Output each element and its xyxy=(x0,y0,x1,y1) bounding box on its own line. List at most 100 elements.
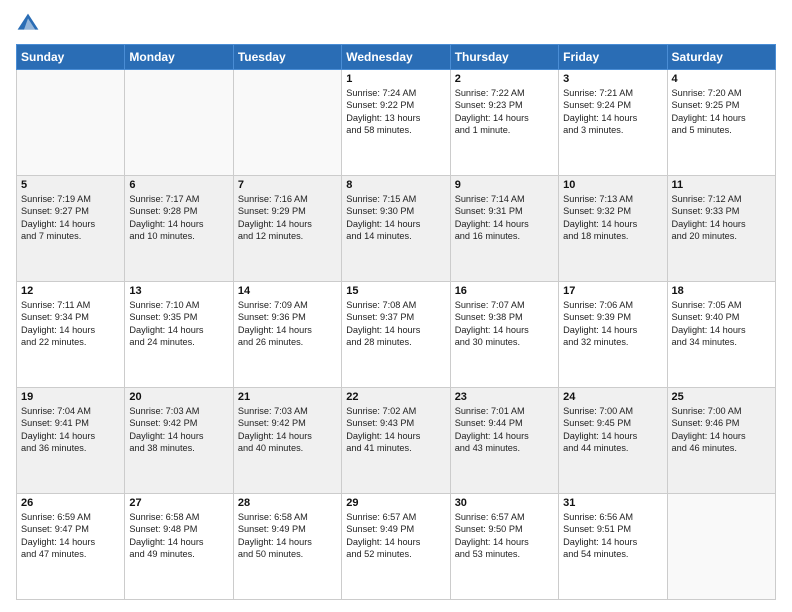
day-number: 17 xyxy=(563,285,662,297)
cell-content: Sunrise: 7:16 AMSunset: 9:29 PMDaylight:… xyxy=(238,193,337,243)
cell-content: Sunrise: 7:02 AMSunset: 9:43 PMDaylight:… xyxy=(346,405,445,455)
calendar-cell: 26Sunrise: 6:59 AMSunset: 9:47 PMDayligh… xyxy=(17,494,125,600)
calendar-cell: 9 Sunrise: 7:14 AMSunset: 9:31 PMDaylight… xyxy=(450,176,558,282)
calendar-table: SundayMondayTuesdayWednesdayThursdayFrid… xyxy=(16,44,776,600)
day-number: 4 xyxy=(672,73,771,85)
cell-content: Sunrise: 7:15 AMSunset: 9:30 PMDaylight:… xyxy=(346,193,445,243)
weekday-header: Monday xyxy=(125,45,233,70)
calendar-cell: 14 Sunrise: 7:09 AMSunset: 9:36 PMDayligh… xyxy=(233,282,341,388)
calendar-cell xyxy=(125,70,233,176)
cell-content: Sunrise: 6:57 AMSunset: 9:50 PMDaylight:… xyxy=(455,511,554,561)
cell-content: Sunrise: 7:00 AMSunset: 9:46 PMDaylight:… xyxy=(672,405,771,455)
calendar-week-row: 1 Sunrise: 7:24 AMSunset: 9:22 PMDaylight… xyxy=(17,70,776,176)
calendar-cell: 29Sunrise: 6:57 AMSunset: 9:49 PMDayligh… xyxy=(342,494,450,600)
calendar-cell: 20 Sunrise: 7:03 AMSunset: 9:42 PMDayligh… xyxy=(125,388,233,494)
day-number: 7 xyxy=(238,179,337,191)
day-number: 24 xyxy=(563,391,662,403)
calendar-cell: 24 Sunrise: 7:00 AMSunset: 9:45 PMDayligh… xyxy=(559,388,667,494)
day-number: 22 xyxy=(346,391,445,403)
cell-content: Sunrise: 7:01 AMSunset: 9:44 PMDaylight:… xyxy=(455,405,554,455)
calendar-cell: 5 Sunrise: 7:19 AMSunset: 9:27 PMDaylight… xyxy=(17,176,125,282)
calendar-cell: 23 Sunrise: 7:01 AMSunset: 9:44 PMDayligh… xyxy=(450,388,558,494)
day-number: 8 xyxy=(346,179,445,191)
day-number: 28 xyxy=(238,497,337,509)
day-number: 11 xyxy=(672,179,771,191)
cell-content: Sunrise: 7:24 AMSunset: 9:22 PMDaylight:… xyxy=(346,87,445,137)
cell-content: Sunrise: 7:11 AMSunset: 9:34 PMDaylight:… xyxy=(21,299,120,349)
calendar-week-row: 5 Sunrise: 7:19 AMSunset: 9:27 PMDaylight… xyxy=(17,176,776,282)
cell-content: Sunrise: 7:20 AMSunset: 9:25 PMDaylight:… xyxy=(672,87,771,137)
day-number: 6 xyxy=(129,179,228,191)
cell-content: Sunrise: 7:10 AMSunset: 9:35 PMDaylight:… xyxy=(129,299,228,349)
calendar-cell: 22 Sunrise: 7:02 AMSunset: 9:43 PMDayligh… xyxy=(342,388,450,494)
day-number: 31 xyxy=(563,497,662,509)
weekday-header: Saturday xyxy=(667,45,775,70)
calendar-cell: 27 Sunrise: 6:58 AMSunset: 9:48 PMDayligh… xyxy=(125,494,233,600)
cell-content: Sunrise: 7:21 AMSunset: 9:24 PMDaylight:… xyxy=(563,87,662,137)
calendar-cell: 10 Sunrise: 7:13 AMSunset: 9:32 PMDayligh… xyxy=(559,176,667,282)
weekday-header: Tuesday xyxy=(233,45,341,70)
day-number: 15 xyxy=(346,285,445,297)
cell-content: Sunrise: 6:58 AMSunset: 9:49 PMDaylight:… xyxy=(238,511,337,561)
cell-content: Sunrise: 7:09 AMSunset: 9:36 PMDaylight:… xyxy=(238,299,337,349)
cell-content: Sunrise: 7:17 AMSunset: 9:28 PMDaylight:… xyxy=(129,193,228,243)
calendar-cell: 12 Sunrise: 7:11 AMSunset: 9:34 PMDayligh… xyxy=(17,282,125,388)
calendar-cell: 1 Sunrise: 7:24 AMSunset: 9:22 PMDaylight… xyxy=(342,70,450,176)
weekday-header: Thursday xyxy=(450,45,558,70)
calendar-cell: 31 Sunrise: 6:56 AMSunset: 9:51 PMDayligh… xyxy=(559,494,667,600)
cell-content: Sunrise: 7:19 AMSunset: 9:27 PMDaylight:… xyxy=(21,193,120,243)
calendar-cell: 17 Sunrise: 7:06 AMSunset: 9:39 PMDayligh… xyxy=(559,282,667,388)
cell-content: Sunrise: 7:00 AMSunset: 9:45 PMDaylight:… xyxy=(563,405,662,455)
day-number: 14 xyxy=(238,285,337,297)
day-number: 2 xyxy=(455,73,554,85)
cell-content: Sunrise: 7:03 AMSunset: 9:42 PMDaylight:… xyxy=(238,405,337,455)
calendar-cell: 30 Sunrise: 6:57 AMSunset: 9:50 PMDayligh… xyxy=(450,494,558,600)
calendar-cell: 16 Sunrise: 7:07 AMSunset: 9:38 PMDayligh… xyxy=(450,282,558,388)
calendar-cell: 15Sunrise: 7:08 AMSunset: 9:37 PMDayligh… xyxy=(342,282,450,388)
day-number: 23 xyxy=(455,391,554,403)
cell-content: Sunrise: 7:07 AMSunset: 9:38 PMDaylight:… xyxy=(455,299,554,349)
calendar-week-row: 12 Sunrise: 7:11 AMSunset: 9:34 PMDayligh… xyxy=(17,282,776,388)
calendar-cell: 18Sunrise: 7:05 AMSunset: 9:40 PMDayligh… xyxy=(667,282,775,388)
cell-content: Sunrise: 7:14 AMSunset: 9:31 PMDaylight:… xyxy=(455,193,554,243)
calendar-cell: 4 Sunrise: 7:20 AMSunset: 9:25 PMDaylight… xyxy=(667,70,775,176)
day-number: 16 xyxy=(455,285,554,297)
header xyxy=(16,12,776,36)
page: SundayMondayTuesdayWednesdayThursdayFrid… xyxy=(0,0,792,612)
cell-content: Sunrise: 7:13 AMSunset: 9:32 PMDaylight:… xyxy=(563,193,662,243)
calendar-cell: 2Sunrise: 7:22 AMSunset: 9:23 PMDaylight… xyxy=(450,70,558,176)
day-number: 19 xyxy=(21,391,120,403)
day-number: 3 xyxy=(563,73,662,85)
weekday-header: Friday xyxy=(559,45,667,70)
day-number: 21 xyxy=(238,391,337,403)
calendar-cell: 3 Sunrise: 7:21 AMSunset: 9:24 PMDaylight… xyxy=(559,70,667,176)
day-number: 30 xyxy=(455,497,554,509)
cell-content: Sunrise: 7:06 AMSunset: 9:39 PMDaylight:… xyxy=(563,299,662,349)
cell-content: Sunrise: 6:56 AMSunset: 9:51 PMDaylight:… xyxy=(563,511,662,561)
day-number: 13 xyxy=(129,285,228,297)
calendar-cell xyxy=(233,70,341,176)
day-number: 27 xyxy=(129,497,228,509)
calendar-cell xyxy=(667,494,775,600)
calendar-cell: 11Sunrise: 7:12 AMSunset: 9:33 PMDayligh… xyxy=(667,176,775,282)
day-number: 5 xyxy=(21,179,120,191)
weekday-header: Sunday xyxy=(17,45,125,70)
cell-content: Sunrise: 6:59 AMSunset: 9:47 PMDaylight:… xyxy=(21,511,120,561)
calendar-cell: 21 Sunrise: 7:03 AMSunset: 9:42 PMDayligh… xyxy=(233,388,341,494)
calendar-cell: 28 Sunrise: 6:58 AMSunset: 9:49 PMDayligh… xyxy=(233,494,341,600)
logo-icon xyxy=(16,12,40,36)
day-number: 20 xyxy=(129,391,228,403)
cell-content: Sunrise: 6:57 AMSunset: 9:49 PMDaylight:… xyxy=(346,511,445,561)
cell-content: Sunrise: 7:04 AMSunset: 9:41 PMDaylight:… xyxy=(21,405,120,455)
day-number: 12 xyxy=(21,285,120,297)
day-number: 25 xyxy=(672,391,771,403)
cell-content: Sunrise: 7:03 AMSunset: 9:42 PMDaylight:… xyxy=(129,405,228,455)
cell-content: Sunrise: 6:58 AMSunset: 9:48 PMDaylight:… xyxy=(129,511,228,561)
calendar-cell: 19 Sunrise: 7:04 AMSunset: 9:41 PMDayligh… xyxy=(17,388,125,494)
calendar-cell: 7 Sunrise: 7:16 AMSunset: 9:29 PMDaylight… xyxy=(233,176,341,282)
weekday-header-row: SundayMondayTuesdayWednesdayThursdayFrid… xyxy=(17,45,776,70)
day-number: 9 xyxy=(455,179,554,191)
day-number: 10 xyxy=(563,179,662,191)
day-number: 1 xyxy=(346,73,445,85)
cell-content: Sunrise: 7:05 AMSunset: 9:40 PMDaylight:… xyxy=(672,299,771,349)
